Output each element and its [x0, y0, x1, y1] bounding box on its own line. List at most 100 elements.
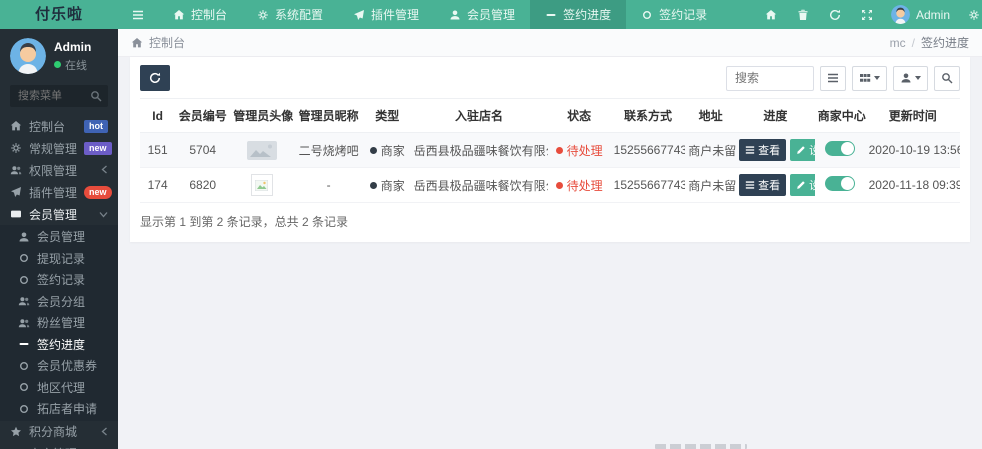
sidebar-item-dashboard[interactable]: 控制台 hot — [0, 115, 118, 137]
column-header[interactable]: 会员编号 — [175, 98, 231, 133]
cell-avatar — [230, 132, 294, 168]
cell-updated: 2020-11-18 09:39:00 — [865, 167, 960, 203]
app-logo[interactable]: 付乐啦 — [0, 0, 118, 29]
column-header[interactable]: 进度 — [736, 98, 815, 133]
sidebar-item-label: 权限管理 — [29, 163, 78, 178]
status-dot — [555, 146, 563, 154]
topnav-item-label: 插件管理 — [371, 8, 420, 22]
breadcrumb-left[interactable]: 控制台 — [131, 34, 185, 51]
sidebar-item-region-agent[interactable]: 地区代理 — [0, 377, 118, 399]
home-icon[interactable] — [755, 9, 787, 21]
sidebar-item-member-manage[interactable]: 会员管理 — [0, 226, 118, 248]
sidebar-item-label: 会员管理 — [37, 230, 86, 245]
topnav-right: Admin — [755, 0, 982, 29]
hamburger-icon[interactable] — [118, 0, 158, 29]
topnav-item-system-config[interactable]: 系统配置 — [242, 0, 338, 29]
table-row[interactable]: 151 5704 二号烧烤吧 商家 岳西县极品疆味餐饮有限公司 待处理 1525… — [140, 132, 960, 168]
topnav-item-dashboard[interactable]: 控制台 — [158, 0, 242, 29]
column-header[interactable]: 入驻店名 — [410, 98, 548, 133]
column-header[interactable]: 地址 — [685, 98, 737, 133]
topnav-item-sign-records[interactable]: 签约记录 — [626, 0, 722, 29]
column-header[interactable]: Id — [140, 98, 176, 133]
paper-plane-icon — [10, 186, 22, 198]
sidebar-item-plugins[interactable]: 插件管理 new — [0, 181, 118, 203]
column-header[interactable]: 联系方式 — [610, 98, 686, 133]
view-button[interactable]: 查看 — [739, 139, 787, 161]
status-badge: 待处理 — [555, 142, 603, 159]
sidebar-item-points-mall[interactable]: 积分商城 — [0, 421, 118, 443]
column-header[interactable]: 管理员头像 — [230, 98, 294, 133]
sign-progress-table: Id 会员编号 管理员头像 管理员昵称 类型 入驻店名 状态 联系方式 地址 进… — [140, 98, 960, 203]
breadcrumb-right: mc / 签约进度 — [890, 34, 969, 51]
sidebar: 付乐啦 Admin 在线 控制台 hot 常规管理 new — [0, 0, 118, 449]
type-dot — [369, 181, 377, 189]
refresh-icon[interactable] — [819, 9, 851, 21]
table-search-input[interactable] — [726, 65, 814, 91]
sidebar-item-label: 拓店者申请 — [37, 402, 98, 417]
column-header[interactable]: 状态 — [547, 98, 611, 133]
cell-store-name: 岳西县极品疆味餐饮有限公司 — [410, 132, 548, 168]
user-status: 在线 — [54, 57, 91, 73]
view-button[interactable]: 查看 — [739, 174, 787, 196]
sidebar-item-label: 控制台 — [29, 119, 66, 134]
caret-down-icon — [915, 76, 921, 80]
sidebar-item-fans-manage[interactable]: 粉丝管理 — [0, 312, 118, 334]
top-navbar: 控制台 系统配置 插件管理 会员管理 签约进度 签约记录 Admin — [118, 0, 982, 29]
merchant-center-toggle[interactable] — [825, 176, 856, 191]
export-button[interactable] — [893, 65, 928, 91]
columns-icon — [859, 72, 871, 84]
topnav-item-members[interactable]: 会员管理 — [434, 0, 530, 29]
fullscreen-icon[interactable] — [851, 9, 883, 21]
home-icon — [10, 120, 22, 132]
sidebar-item-member-groups[interactable]: 会员分组 — [0, 291, 118, 313]
trash-icon[interactable] — [787, 9, 819, 21]
circle-icon — [18, 403, 30, 415]
circle-icon — [18, 274, 30, 286]
cell-nickname: - — [293, 167, 364, 203]
sidebar-item-sign-progress[interactable]: 签约进度 — [0, 334, 118, 356]
advanced-search-button[interactable] — [934, 65, 960, 91]
sidebar-item-members[interactable]: 会员管理 — [0, 203, 118, 225]
sidebar-item-label: 会员分组 — [37, 294, 86, 309]
topnav-item-plugins[interactable]: 插件管理 — [338, 0, 434, 29]
gear-icon[interactable] — [958, 9, 982, 21]
topnav-user[interactable]: Admin — [883, 5, 958, 24]
sidebar-item-store-applications[interactable]: 拓店者申请 — [0, 398, 118, 420]
columns-button[interactable] — [852, 65, 887, 91]
avatar[interactable] — [10, 38, 46, 74]
sidebar-item-sign-records[interactable]: 签约记录 — [0, 269, 118, 291]
circle-icon — [18, 381, 30, 393]
column-header[interactable]: 商家中心 — [814, 98, 866, 133]
cell-nickname: 二号烧烤吧 — [293, 132, 364, 168]
table-row[interactable]: 174 6820 - 商家 岳西县极品疆味餐饮有限公司 待处理 15255667… — [140, 167, 960, 203]
sidebar-search — [10, 85, 108, 107]
cell-type: 商家 — [363, 167, 411, 203]
circle-icon — [18, 360, 30, 372]
user-meta: Admin 在线 — [54, 40, 91, 73]
topnav-item-label: 签约记录 — [659, 8, 708, 22]
column-header[interactable]: 管理员昵称 — [293, 98, 364, 133]
sidebar-item-member-coupons[interactable]: 会员优惠券 — [0, 355, 118, 377]
column-header[interactable]: 更新时间 — [865, 98, 960, 133]
sidebar-item-general[interactable]: 常规管理 new — [0, 137, 118, 159]
sidebar-item-withdraw-records[interactable]: 提现记录 — [0, 248, 118, 270]
column-header[interactable]: 类型 — [363, 98, 411, 133]
chevron-down-icon — [99, 207, 108, 221]
new-badge: new — [84, 141, 112, 155]
broken-image-icon[interactable] — [250, 174, 273, 196]
record-summary: 显示第 1 到第 2 条记录，总共 2 条记录 — [140, 215, 349, 229]
cell-merchant-center — [814, 132, 866, 168]
detail-view-button[interactable] — [820, 65, 846, 91]
refresh-button[interactable] — [140, 65, 170, 91]
table-header-row: Id 会员编号 管理员头像 管理员昵称 类型 入驻店名 状态 联系方式 地址 进… — [140, 98, 960, 133]
set-button[interactable]: 设置 — [790, 139, 815, 161]
admin-avatar-image[interactable] — [246, 140, 277, 160]
list-icon — [745, 145, 755, 155]
sidebar-item-permissions[interactable]: 权限管理 — [0, 159, 118, 181]
hot-badge: hot — [84, 119, 108, 133]
topnav-item-label: 签约进度 — [563, 8, 612, 22]
topnav-item-sign-progress[interactable]: 签约进度 — [530, 0, 627, 29]
set-button[interactable]: 设置 — [790, 174, 815, 196]
merchant-center-toggle[interactable] — [825, 141, 856, 156]
sidebar-item-merchant-manage[interactable]: 商家管理 — [0, 443, 118, 449]
